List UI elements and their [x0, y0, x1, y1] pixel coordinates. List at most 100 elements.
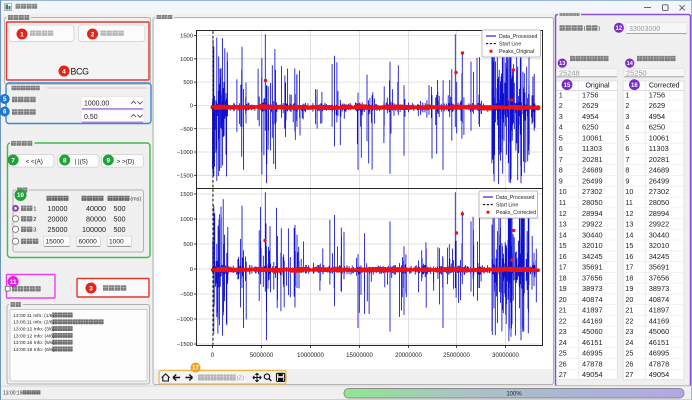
svg-text:9: 9: [106, 157, 110, 164]
svg-text:6250: 6250: [582, 123, 598, 132]
svg-text:15: 15: [564, 83, 571, 89]
svg-text:−1500: −1500: [177, 173, 193, 179]
svg-text:(: (: [584, 26, 586, 32]
svg-text:18: 18: [559, 273, 567, 282]
svg-text:28050: 28050: [649, 198, 670, 207]
svg-text:9: 9: [625, 176, 629, 185]
svg-text:13: 13: [625, 220, 633, 229]
svg-text:500: 500: [183, 242, 193, 248]
svg-text:13:00:12 Info: (3/6): 13:00:12 Info: (3/6): [13, 327, 55, 333]
svg-text:32010: 32010: [582, 241, 603, 250]
svg-text:14: 14: [559, 230, 567, 239]
svg-text:| |(S): | |(S): [75, 159, 88, 166]
svg-text:1000.00: 1000.00: [84, 101, 109, 108]
svg-text:5000000: 5000000: [250, 353, 274, 359]
svg-text:13:00:19: 13:00:19: [3, 390, 23, 396]
svg-text:6: 6: [625, 144, 629, 153]
svg-text:4: 4: [559, 123, 563, 132]
svg-text:30000000: 30000000: [492, 353, 519, 359]
svg-text:37656: 37656: [649, 273, 670, 282]
svg-text:Start Line: Start Line: [496, 203, 518, 209]
svg-text:25000000: 25000000: [443, 353, 470, 359]
svg-text:38973: 38973: [649, 284, 670, 293]
svg-text:24: 24: [559, 338, 567, 347]
svg-text:27: 27: [625, 370, 633, 379]
svg-text:8: 8: [625, 166, 629, 175]
svg-text:13:00:11 Info: (2/6): 13:00:11 Info: (2/6): [13, 320, 54, 326]
svg-text:46151: 46151: [649, 338, 670, 347]
svg-text:Peaks_Original: Peaks_Original: [499, 49, 534, 55]
svg-text:5: 5: [559, 133, 563, 142]
svg-text:11: 11: [559, 198, 566, 207]
svg-text:13:00:11 Info: (1/6): 13:00:11 Info: (1/6): [13, 313, 54, 319]
svg-text:11: 11: [625, 198, 632, 207]
svg-text:26499: 26499: [582, 176, 603, 185]
svg-text:5: 5: [625, 133, 629, 142]
svg-text:30440: 30440: [649, 230, 670, 239]
svg-text:80000: 80000: [86, 214, 106, 223]
svg-text:−1500: −1500: [177, 342, 193, 348]
svg-text:10061: 10061: [582, 133, 603, 142]
svg-text:1: 1: [20, 31, 24, 38]
svg-text:7: 7: [559, 155, 563, 164]
svg-text:0: 0: [190, 267, 193, 273]
svg-text:10061: 10061: [649, 133, 670, 142]
svg-text:22: 22: [559, 316, 567, 325]
svg-text:44169: 44169: [582, 316, 603, 325]
svg-text:40000: 40000: [86, 204, 106, 213]
svg-text:27302: 27302: [582, 187, 603, 196]
svg-text:13: 13: [559, 220, 567, 229]
svg-text:Corrected: Corrected: [649, 83, 680, 90]
svg-text:23: 23: [625, 327, 633, 336]
svg-text:11303: 11303: [649, 144, 669, 153]
svg-text:16: 16: [559, 252, 567, 261]
svg-text:2: 2: [559, 101, 563, 110]
svg-text:30440: 30440: [582, 230, 603, 239]
svg-text:2: 2: [625, 101, 629, 110]
svg-text:Original: Original: [585, 83, 610, 90]
svg-text:25250: 25250: [626, 69, 647, 78]
svg-text:100%: 100%: [506, 391, 522, 397]
svg-text:41897: 41897: [582, 306, 603, 315]
svg-text:1500: 1500: [180, 34, 193, 40]
svg-text:29922: 29922: [582, 220, 603, 229]
svg-text:(Z): (Z): [237, 376, 244, 382]
svg-text:24: 24: [625, 338, 633, 347]
svg-text:41897: 41897: [649, 306, 670, 315]
svg-text:100000: 100000: [82, 225, 106, 234]
svg-text:4954: 4954: [582, 112, 598, 121]
svg-text:23: 23: [559, 327, 567, 336]
svg-text:3: 3: [559, 112, 563, 121]
svg-text:14: 14: [625, 230, 633, 239]
svg-text:45060: 45060: [582, 327, 603, 336]
svg-text:21: 21: [625, 306, 633, 315]
svg-text:−1000: −1000: [177, 150, 193, 156]
svg-text:2: 2: [33, 217, 36, 223]
svg-text:(ms): (ms): [130, 196, 141, 202]
svg-text:< <(A): < <(A): [26, 159, 43, 166]
svg-text:60000: 60000: [79, 239, 98, 246]
svg-text:Data_Processed: Data_Processed: [499, 34, 537, 40]
svg-text:3: 3: [89, 285, 93, 292]
svg-text:500: 500: [183, 80, 193, 86]
svg-text:40874: 40874: [649, 295, 670, 304]
svg-text:15: 15: [559, 241, 567, 250]
svg-text:20281: 20281: [582, 155, 603, 164]
svg-text:7: 7: [625, 155, 629, 164]
svg-text:Data_Processed: Data_Processed: [496, 195, 534, 201]
svg-text:10000000: 10000000: [297, 353, 324, 359]
svg-text:1756: 1756: [649, 90, 665, 99]
svg-text:46995: 46995: [649, 349, 670, 358]
svg-text:5: 5: [3, 96, 7, 103]
svg-text:28994: 28994: [649, 209, 670, 218]
svg-text:47878: 47878: [649, 359, 670, 368]
svg-text:2629: 2629: [649, 101, 665, 110]
svg-text:27: 27: [559, 370, 567, 379]
svg-text:45060: 45060: [649, 327, 670, 336]
svg-text:17: 17: [192, 366, 199, 372]
svg-text:20: 20: [625, 295, 633, 304]
svg-text:12: 12: [559, 209, 567, 218]
svg-text:9: 9: [559, 176, 563, 185]
svg-text:20000000: 20000000: [395, 353, 422, 359]
svg-text:7: 7: [11, 157, 15, 164]
